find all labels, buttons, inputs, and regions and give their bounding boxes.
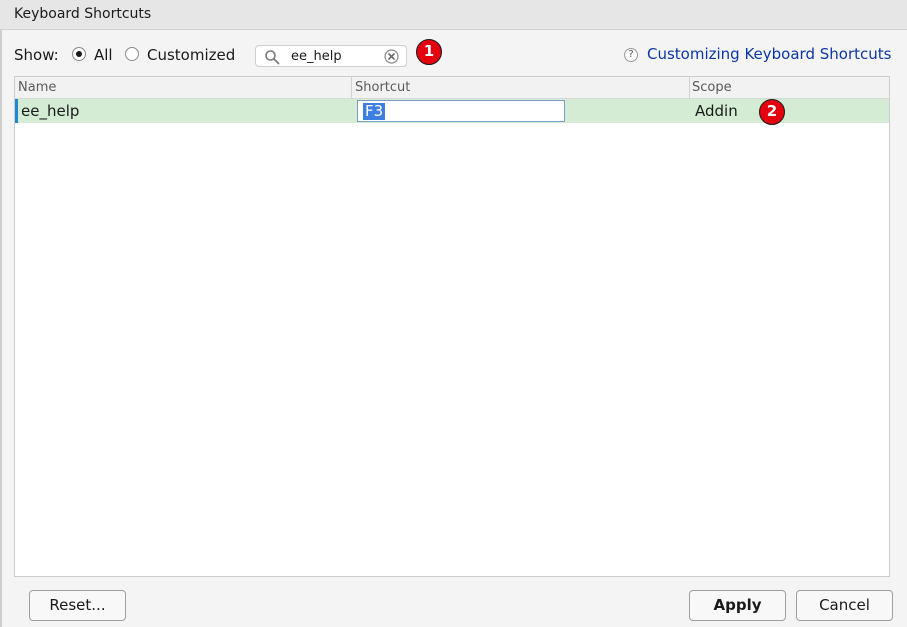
reset-button[interactable]: Reset... [29,590,126,621]
table-header: Name Shortcut Scope [15,77,889,99]
title-bar: Keyboard Shortcuts [0,0,907,30]
annotation-badge-2: 2 [759,99,785,125]
column-header-scope[interactable]: Scope [692,80,732,95]
keyboard-shortcuts-dialog: Keyboard Shortcuts Show: All Customized … [0,0,907,627]
radio-customized[interactable] [125,47,139,61]
column-divider[interactable] [351,77,352,99]
search-icon [265,50,280,65]
column-divider[interactable] [689,77,690,99]
dialog-title: Keyboard Shortcuts [14,6,152,22]
shortcuts-table: Name Shortcut Scope ee_help F3 2 Addin [14,76,890,577]
filter-toolbar: Show: All Customized 1 ? Customizing Key… [0,36,907,74]
help-icon[interactable]: ? [624,48,638,62]
shortcut-value: F3 [363,102,386,120]
window-edge [0,30,2,627]
cell-scope: Addin [695,102,738,120]
column-header-shortcut[interactable]: Shortcut [355,80,410,95]
radio-customized-label[interactable]: Customized [147,46,235,64]
cancel-button[interactable]: Cancel [796,590,893,621]
clear-search-icon[interactable] [384,49,399,64]
search-input[interactable] [291,48,381,64]
table-row[interactable]: ee_help F3 2 Addin [15,99,889,125]
search-box[interactable] [255,45,407,67]
radio-all-label[interactable]: All [94,46,113,64]
shortcut-edit-field[interactable]: F3 2 [357,99,785,125]
column-header-name[interactable]: Name [18,80,56,95]
annotation-badge-1: 1 [416,39,442,65]
apply-button[interactable]: Apply [689,590,786,621]
customizing-shortcuts-link[interactable]: Customizing Keyboard Shortcuts [647,45,891,63]
cell-name: ee_help [21,102,80,120]
radio-all[interactable] [72,47,86,61]
selected-row-marker [15,99,18,123]
show-label: Show: [14,46,59,64]
